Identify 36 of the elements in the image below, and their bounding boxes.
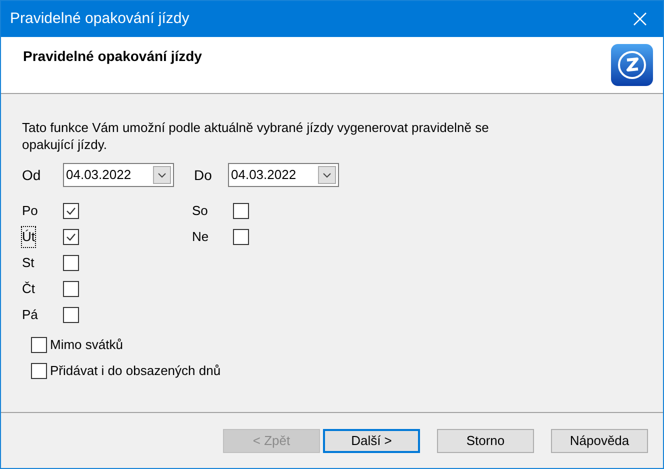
chevron-down-icon <box>158 172 166 178</box>
chevron-down-icon <box>323 172 331 178</box>
option-label: Přidávat i do obsazených dnů <box>50 362 221 380</box>
checkbox[interactable] <box>63 255 79 271</box>
date-field[interactable]: 04.03.2022 <box>63 163 174 187</box>
day-label: So <box>192 202 208 220</box>
checkbox[interactable] <box>63 307 79 323</box>
wizard-button[interactable]: Další > <box>323 428 420 452</box>
description: Tato funkce Vám umožní podle aktuálně vybrané jízdy vygenerovat pravidelně se opakující jízdy. <box>22 119 490 153</box>
checkbox[interactable] <box>31 363 47 379</box>
checkbox[interactable] <box>63 281 79 297</box>
checkmark-icon <box>66 207 76 215</box>
checkmark-icon <box>66 233 76 241</box>
option-label: Mimo svátků <box>50 336 123 354</box>
window-title: Pravidelné opakování jízdy <box>10 8 190 29</box>
date-field[interactable]: 04.03.2022 <box>228 163 339 187</box>
checkbox[interactable] <box>233 203 249 219</box>
day-label: Po <box>22 202 38 220</box>
checkbox[interactable] <box>63 203 79 219</box>
day-label: Út <box>22 227 35 247</box>
from-label: Od <box>22 166 42 184</box>
checkbox[interactable] <box>233 229 249 245</box>
wizard-button[interactable]: Nápověda <box>551 428 648 452</box>
checkbox[interactable] <box>63 229 79 245</box>
logo-icon <box>610 43 654 87</box>
checkbox[interactable] <box>31 337 47 353</box>
day-label: Ne <box>192 228 209 246</box>
day-label: St <box>22 254 34 272</box>
close-icon <box>633 12 647 26</box>
to-label: Do <box>194 166 213 184</box>
day-label: Pá <box>22 306 38 324</box>
wizard-button[interactable]: Storno <box>437 428 534 452</box>
header-title: Pravidelné opakování jízdy <box>23 47 202 66</box>
day-label: Čt <box>22 280 35 298</box>
dropdown-button[interactable] <box>153 166 171 184</box>
dropdown-button[interactable] <box>318 166 336 184</box>
